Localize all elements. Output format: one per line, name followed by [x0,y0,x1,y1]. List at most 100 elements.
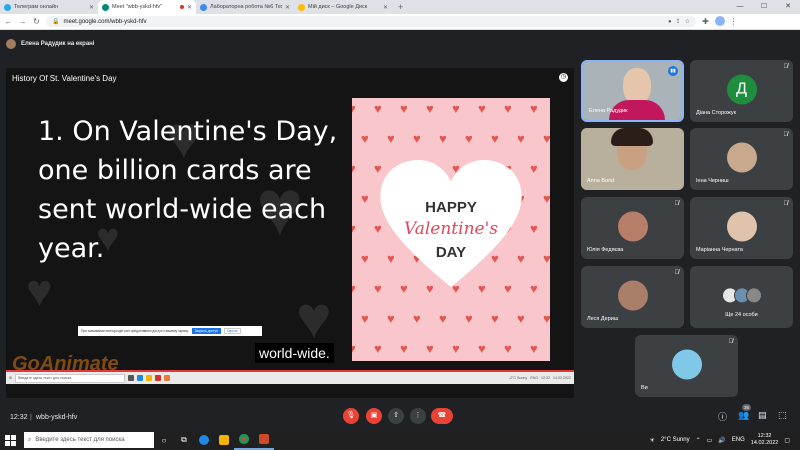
taskbar-time: 12:32 [757,433,772,440]
pattern-heart: ♥ [439,311,447,326]
participant-tile[interactable]: 🎙̸ Юлія Федяєва [581,197,684,259]
participant-tile[interactable]: Anna Bond [581,128,684,190]
leave-call-button[interactable]: ☎ [431,408,453,424]
stop-sharing-button[interactable]: Закрыть доступ [191,328,221,334]
star-icon[interactable]: ☆ [685,18,690,25]
mic-off-icon: 🎙̸ [674,270,680,276]
volume-icon[interactable]: 🔊 [718,437,725,444]
participant-tile[interactable]: Ще 24 особи [690,266,793,328]
tab-drive[interactable]: Мій диск – Google Диск ✕ [294,0,392,14]
lock-icon: 🔒 [52,19,60,25]
close-icon[interactable]: ✕ [187,4,192,11]
tab-title: Meet "wbb-yskd-hfv" [112,4,163,10]
presentation-stage[interactable]: History Of St. Valentine's Day ◷ ♥ ♥ ♥ ♥… [6,68,574,398]
participant-tile[interactable]: 🎙̸ Д Діана Сторожук [690,60,793,122]
presenter-avatar [6,39,16,49]
drive-icon [298,3,305,11]
powerpoint-icon[interactable] [254,430,274,450]
pattern-heart: ♥ [517,311,525,326]
network-icon[interactable]: ▭ [707,437,713,444]
tab-lab[interactable]: Лабораторна робота №6 Техн ✕ [196,0,294,14]
new-tab-button[interactable]: + [392,0,409,14]
taskbar-search-text: Введите здесь текст для поиска [35,437,125,443]
hide-button[interactable]: Скрыть [223,328,241,334]
video-title: History Of St. Valentine's Day [12,74,117,83]
tab-meet[interactable]: Meet "wbb-yskd-hfv" ✕ [98,0,196,14]
clock-icon[interactable]: ◷ [559,73,568,82]
meet-icon [102,3,109,11]
file-explorer-icon[interactable] [214,430,234,450]
participant-avatar [745,287,762,304]
valentine-card: ♥ ♥ ♥ ♥ ♥ ♥ ♥ ♥ ♥ ♥ ♥ ♥ ♥ ♥ ♥ ♥ ♥ ♥ ♥ ♥ ♥ ♥ ♥ ♥ ♥ ♥ ♥ ♥ ♥ ♥ ♥ ♥ ♥ ♥ ♥ ♥ ♥ ♥ ♥ ♥… [352,98,550,361]
taskbar-date: 14.02.2022 [750,440,779,446]
profile-avatar[interactable] [715,15,725,28]
edge-icon[interactable] [194,430,214,450]
card-happy: HAPPY [425,199,477,216]
present-button[interactable]: ⇧ [388,408,404,424]
close-icon[interactable]: ✕ [89,4,94,11]
close-icon[interactable]: ✕ [383,4,388,11]
task-view-icon[interactable]: ○ [154,430,174,450]
forward-icon[interactable]: → [18,17,27,26]
maximize-icon[interactable]: ☐ [752,0,776,14]
reload-icon[interactable]: ↻ [32,17,41,26]
back-icon[interactable]: ← [4,17,13,26]
participant-tile[interactable]: 🎙̸ Маріанна Черната [690,197,793,259]
chat-icon[interactable]: ▤ [758,410,767,421]
mic-off-icon: 🎙̸ [728,339,734,345]
more-options-button[interactable]: ⋮ [410,408,426,424]
tab-telegram[interactable]: Телеграм онлайн ✕ [0,0,98,14]
menu-icon[interactable]: ⋮ [729,17,738,26]
start-icon[interactable] [0,430,20,450]
participant-tile[interactable]: 🎙̸ Леся Дериш [581,266,684,328]
pattern-heart: ♥ [530,161,538,176]
participant-tile[interactable]: 🎙̸ Інна Черниш [690,128,793,190]
mic-toggle-button[interactable]: 🎙 [343,408,359,424]
close-icon[interactable]: ✕ [285,4,290,11]
info-icon[interactable]: ⓘ [718,410,727,423]
participant-tile[interactable]: 🎙̸ Ви [635,335,738,397]
taskbar-search[interactable]: ⌕ Введите здесь текст для поиска [24,432,154,448]
tab-title: Лабораторна робота №6 Техн [210,4,282,10]
camera-icon[interactable]: ● [668,19,672,25]
notification-icon[interactable]: ▢ [784,437,790,444]
pattern-heart: ♥ [352,342,356,355]
speaking-icon: ▮▮ [668,66,678,76]
pattern-heart: ♥ [361,131,369,146]
participant-tile[interactable]: ▮▮ Елена Радудик [581,60,684,122]
pattern-heart: ♥ [543,311,550,326]
pattern-heart: ♥ [426,341,434,356]
pattern-heart: ♥ [530,101,538,116]
app-icon [146,375,153,381]
card-valentines: Valentine's [404,219,498,239]
participant-name: Діана Сторожук [696,110,737,116]
shared-search-box: Введите здесь текст для поиска [15,373,126,383]
pattern-heart: ♥ [478,341,486,356]
language-indicator[interactable]: ENG [732,437,745,443]
address-bar[interactable]: 🔒 meet.google.com/wbb-yskd-hfv ● ⇪ ☆ [46,16,696,27]
extensions-icon[interactable]: ✚ [701,17,710,26]
activities-icon[interactable]: ⬚ [778,410,787,421]
window-controls: — ☐ ✕ [728,0,800,14]
start-icon: ⊞ [9,376,13,380]
share-notice: При скачивании meet.google.com предостав… [78,326,262,336]
meeting-time: 12:32 [10,413,28,421]
chrome-icon[interactable] [234,430,254,450]
meet-area: Елена Радудик на екрані History Of St. V… [0,30,800,430]
close-window-icon[interactable]: ✕ [776,0,800,14]
tray-up-icon[interactable]: ⌃ [696,437,701,444]
people-icon[interactable]: 👥 [738,410,749,421]
participant-name: Anna Bond [587,178,615,184]
task-switch-icon[interactable]: ⧉ [174,430,194,450]
meeting-controls: 12:32 | wbb-yskd-hfv 🎙 ▣ ⇧ ⋮ ☎ ⓘ 👥 35 ▤ … [0,404,800,430]
people-count-badge: 35 [742,404,751,411]
pattern-heart: ♥ [517,131,525,146]
participant-avatar: Д [726,74,757,105]
background-heart: ♥ [296,284,332,351]
taskbar-clock[interactable]: 12:32 14.02.2022 [751,433,779,446]
camera-toggle-button[interactable]: ▣ [366,408,382,424]
tab-title: Телеграм онлайн [14,4,59,10]
share-icon[interactable]: ⇪ [676,18,681,25]
minimize-icon[interactable]: — [728,0,752,14]
pattern-heart: ♥ [352,162,356,175]
